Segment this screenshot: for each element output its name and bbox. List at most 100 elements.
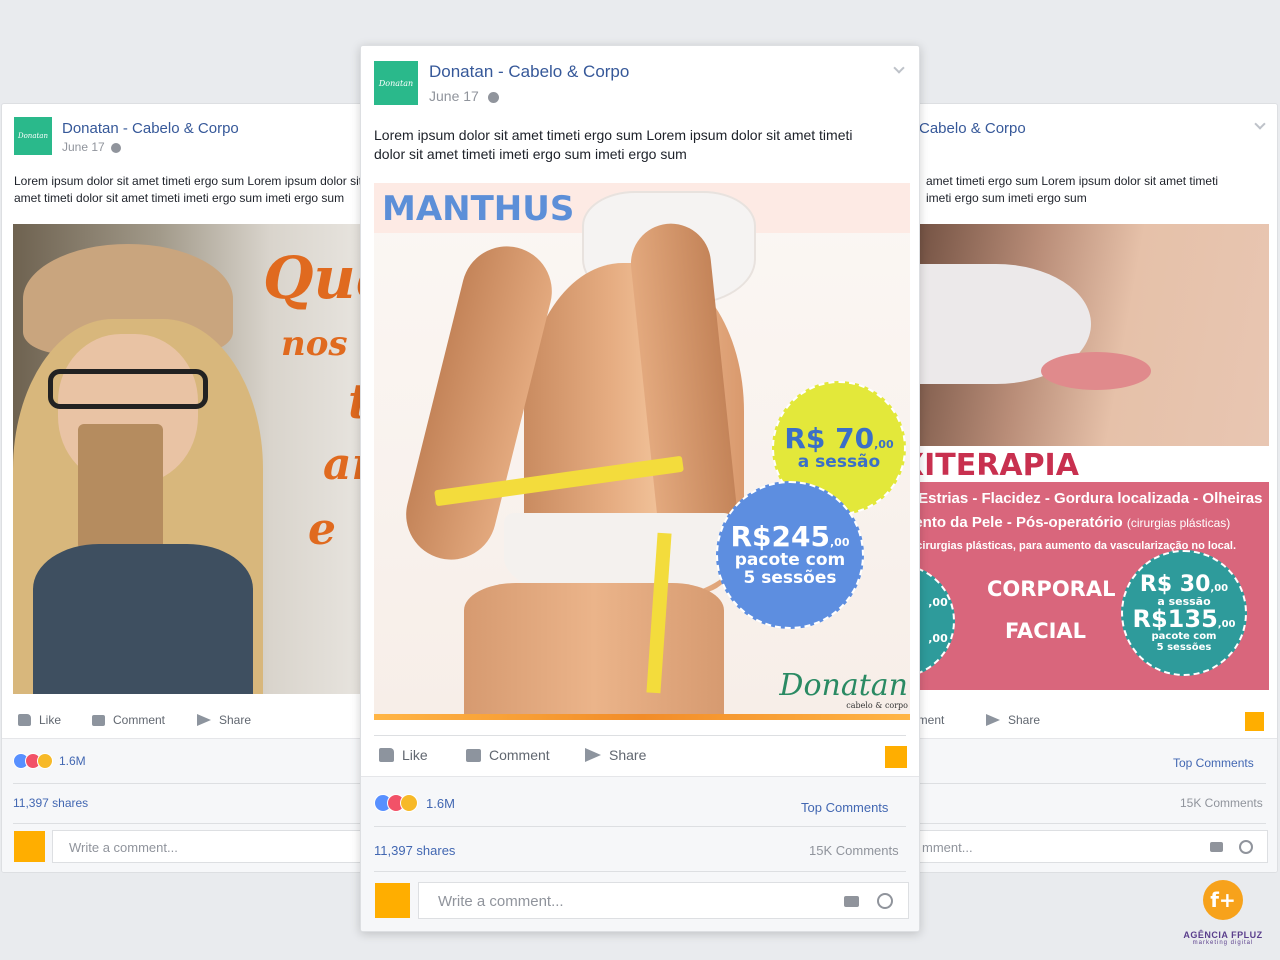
like-label: Like bbox=[402, 747, 428, 763]
bottom-gradient-bar bbox=[374, 714, 910, 720]
divider bbox=[374, 735, 906, 736]
agency-mark: f+ bbox=[1203, 880, 1243, 920]
legs-shape bbox=[464, 583, 724, 720]
like-icon bbox=[379, 748, 394, 762]
price-session: R$ 70,00 bbox=[784, 424, 893, 453]
divider bbox=[13, 783, 378, 784]
emoji-icon[interactable] bbox=[1239, 840, 1253, 854]
stats-area: 1.6M 11,397 shares Write a comment... bbox=[2, 738, 378, 872]
commenter-avatar bbox=[14, 831, 45, 862]
share-button[interactable]: Share bbox=[197, 713, 251, 727]
agency-logo: f+ AGÊNCIA FPLUZ marketing digital bbox=[1180, 880, 1266, 946]
brand-name: Donatan bbox=[779, 668, 908, 703]
like-button[interactable]: Like bbox=[379, 747, 428, 763]
share-label: Share bbox=[609, 747, 647, 763]
comment-icon bbox=[466, 748, 481, 762]
post-date[interactable]: June 17 bbox=[429, 88, 499, 104]
comment-input[interactable]: Write a comment... bbox=[418, 882, 909, 919]
comment-input[interactable]: Write a comment... bbox=[52, 830, 378, 863]
post-card-center: Donatan Donatan - Cabelo & Corpo June 17… bbox=[360, 45, 920, 932]
price-1-cents: ,00 bbox=[1210, 582, 1229, 594]
brand-logo: Donatan cabelo & corpo bbox=[776, 668, 908, 711]
page-reaction-avatar bbox=[885, 746, 907, 768]
treatment-line-2-small: (cirurgias plásticas) bbox=[1126, 516, 1231, 530]
camera-icon[interactable] bbox=[844, 896, 859, 907]
price-1-value: R$ 30 bbox=[1139, 571, 1211, 597]
facial-label: FACIAL bbox=[1005, 619, 1087, 643]
price-circle-package: R$245,00 pacote com 5 sessões bbox=[716, 481, 864, 629]
lips-shape bbox=[1041, 352, 1151, 390]
post-image[interactable]: MANTHUS R$ 70,00 a sessão R$245,00 pacot… bbox=[374, 183, 910, 720]
share-button[interactable]: Share bbox=[986, 713, 1040, 727]
headline-text: XITERAPIA bbox=[901, 448, 1079, 483]
pink-band: - Estrias - Flacidez - Gordura localizad… bbox=[901, 482, 1269, 690]
page-name-link[interactable]: Cabelo & Corpo bbox=[919, 120, 1026, 137]
reactions-summary[interactable]: 1.6M bbox=[374, 794, 455, 812]
treatment-line-2-text: mento da Pele - Pós-operatório bbox=[901, 514, 1123, 531]
price-2-cents: ,00 bbox=[1217, 619, 1236, 631]
page-name-link[interactable]: Donatan - Cabelo & Corpo bbox=[62, 120, 239, 137]
post-date-text: June 17 bbox=[62, 140, 105, 154]
wow-reaction-icon bbox=[37, 753, 53, 769]
comment-icon bbox=[92, 714, 105, 726]
camera-icon[interactable] bbox=[1210, 842, 1223, 852]
post-image[interactable]: XITERAPIA - Estrias - Flacidez - Gordura… bbox=[901, 224, 1269, 691]
top-comments-link[interactable]: Top Comments bbox=[801, 800, 888, 815]
price-session-label: a sessão bbox=[797, 451, 881, 472]
divider bbox=[901, 823, 1266, 824]
emoji-icon[interactable] bbox=[877, 893, 893, 909]
page-avatar[interactable]: Donatan bbox=[374, 61, 418, 105]
post-text: amet timeti ergo sum Lorem ipsum dolor s… bbox=[926, 173, 1266, 207]
shares-count[interactable]: 11,397 shares bbox=[13, 796, 88, 810]
corporal-label: CORPORAL bbox=[987, 577, 1116, 601]
headline-text: MANTHUS bbox=[382, 189, 575, 229]
post-card-left: Donatan Donatan - Cabelo & Corpo June 17… bbox=[1, 103, 379, 873]
comment-label: Comment bbox=[489, 747, 550, 763]
like-button[interactable]: Like bbox=[18, 713, 61, 727]
comments-count[interactable]: 15K Comments bbox=[809, 843, 899, 858]
share-icon bbox=[197, 714, 211, 726]
reactions-count: 1.6M bbox=[426, 795, 455, 811]
chevron-down-icon[interactable] bbox=[1254, 118, 1266, 130]
price-package-label-2: 5 sessões bbox=[743, 567, 837, 588]
post-text: Lorem ipsum dolor sit amet timeti ergo s… bbox=[14, 174, 363, 205]
partial-cents-1: ,00 bbox=[928, 596, 948, 610]
price-2: R$135,00 bbox=[1133, 607, 1236, 632]
globe-icon bbox=[487, 91, 499, 103]
share-icon bbox=[585, 748, 601, 762]
comment-button[interactable]: Comment bbox=[466, 747, 550, 763]
price-2-label: pacote com 5 sessões bbox=[1151, 631, 1217, 653]
comment-label: Comment bbox=[113, 713, 166, 727]
post-image[interactable]: Que nos t an e bbox=[13, 224, 378, 694]
agency-name: AGÊNCIA FPLUZ bbox=[1183, 930, 1263, 940]
share-button[interactable]: Share bbox=[585, 747, 646, 763]
price-package: R$245,00 bbox=[731, 522, 850, 551]
page-reaction-avatar bbox=[1245, 712, 1264, 731]
comment-button[interactable]: Comment bbox=[92, 713, 165, 727]
share-label: Share bbox=[219, 713, 252, 727]
reactions-summary[interactable]: 1.6M bbox=[13, 753, 86, 769]
commenter-avatar bbox=[375, 883, 410, 918]
price-package-value: R$245 bbox=[730, 520, 831, 554]
partial-cents-2: ,00 bbox=[928, 632, 948, 645]
price-session-cents: ,00 bbox=[874, 438, 894, 452]
post-date[interactable]: June 17 bbox=[62, 140, 121, 154]
agency-tagline: marketing digital bbox=[1192, 940, 1254, 946]
reactions-count: 1.6M bbox=[59, 754, 86, 768]
price-package-cents: ,00 bbox=[830, 536, 850, 550]
shares-count[interactable]: 11,397 shares bbox=[374, 843, 455, 858]
image-word-nos: nos bbox=[281, 324, 348, 364]
post-text-line-1: amet timeti ergo sum Lorem ipsum dolor s… bbox=[926, 174, 1219, 188]
price-circle-right: R$ 30,00 a sessão R$135,00 pacote com 5 … bbox=[1121, 550, 1247, 676]
chevron-down-icon[interactable] bbox=[893, 62, 905, 74]
page-avatar[interactable]: Donatan bbox=[14, 117, 52, 155]
like-label: Like bbox=[39, 713, 62, 727]
top-comments-link[interactable]: Top Comments bbox=[1173, 756, 1254, 770]
price-session-value: R$ 70 bbox=[784, 422, 875, 456]
image-word-e: e bbox=[308, 504, 336, 555]
wow-reaction-icon bbox=[400, 794, 418, 812]
page-name-link[interactable]: Donatan - Cabelo & Corpo bbox=[429, 62, 629, 82]
globe-icon bbox=[110, 142, 121, 153]
comments-count[interactable]: 15K Comments bbox=[1180, 796, 1263, 810]
price-2-value: R$135 bbox=[1132, 605, 1218, 634]
